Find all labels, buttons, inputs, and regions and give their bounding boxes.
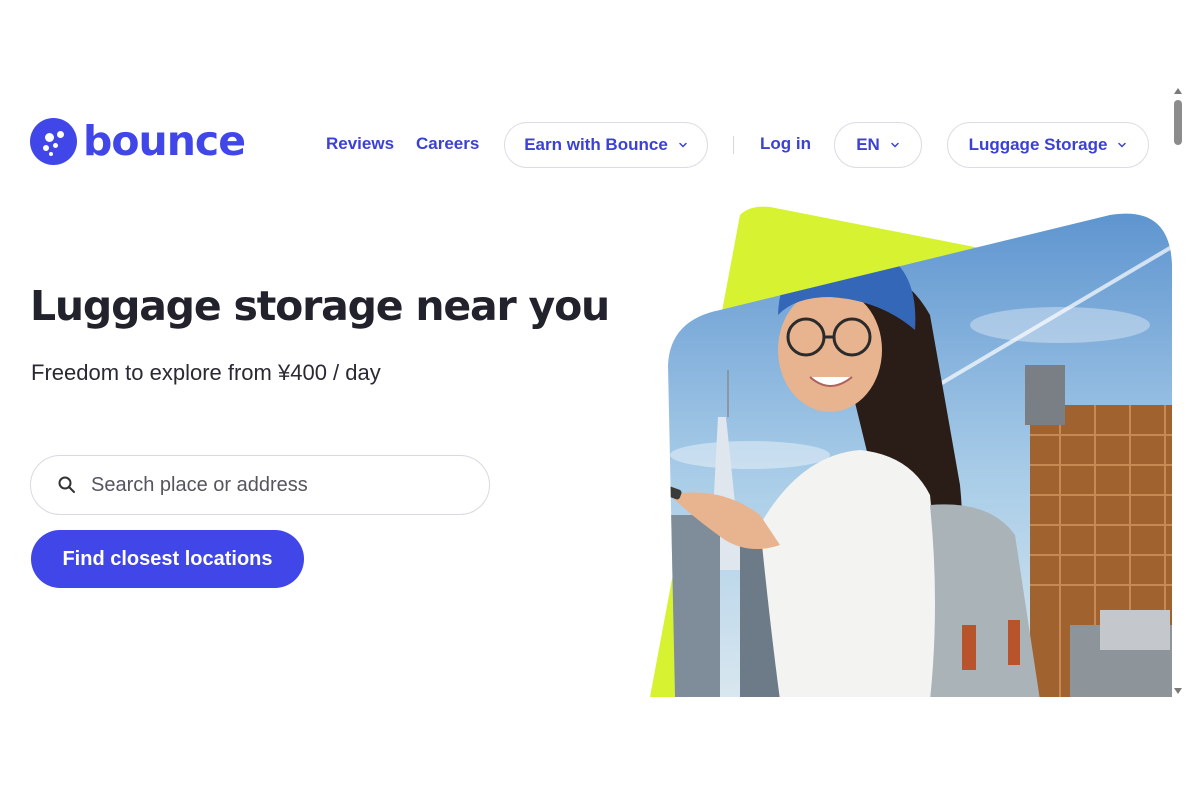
search-box[interactable] xyxy=(30,455,490,515)
chevron-down-icon xyxy=(891,142,899,148)
find-closest-locations-button[interactable]: Find closest locations xyxy=(31,530,304,588)
hero-title: Luggage storage near you xyxy=(30,282,610,330)
language-label: EN xyxy=(856,135,880,154)
brand-name: bounce xyxy=(83,117,246,165)
login-link[interactable]: Log in xyxy=(760,134,811,154)
earn-with-bounce-dropdown[interactable]: Earn with Bounce xyxy=(504,122,708,168)
scroll-up-arrow-icon[interactable] xyxy=(1172,86,1184,96)
search-input[interactable] xyxy=(91,473,451,497)
luggage-storage-label: Luggage Storage xyxy=(968,135,1108,154)
earn-with-bounce-label: Earn with Bounce xyxy=(524,135,668,154)
bounce-logo-icon xyxy=(30,118,77,165)
language-dropdown[interactable]: EN xyxy=(834,122,922,168)
nav-divider xyxy=(733,136,734,154)
chevron-down-icon xyxy=(1118,142,1127,148)
search-icon xyxy=(58,476,75,493)
nav-careers-link[interactable]: Careers xyxy=(416,134,479,154)
luggage-storage-dropdown[interactable]: Luggage Storage xyxy=(947,122,1149,168)
hero-image xyxy=(650,206,1172,697)
bounce-logo[interactable]: bounce xyxy=(30,117,246,165)
hero-subtitle: Freedom to explore from ¥400 / day xyxy=(31,360,381,385)
nav-reviews-link[interactable]: Reviews xyxy=(326,134,394,154)
scrollbar-thumb[interactable] xyxy=(1174,100,1182,145)
scroll-down-arrow-icon[interactable] xyxy=(1172,686,1184,696)
chevron-down-icon xyxy=(679,142,687,148)
